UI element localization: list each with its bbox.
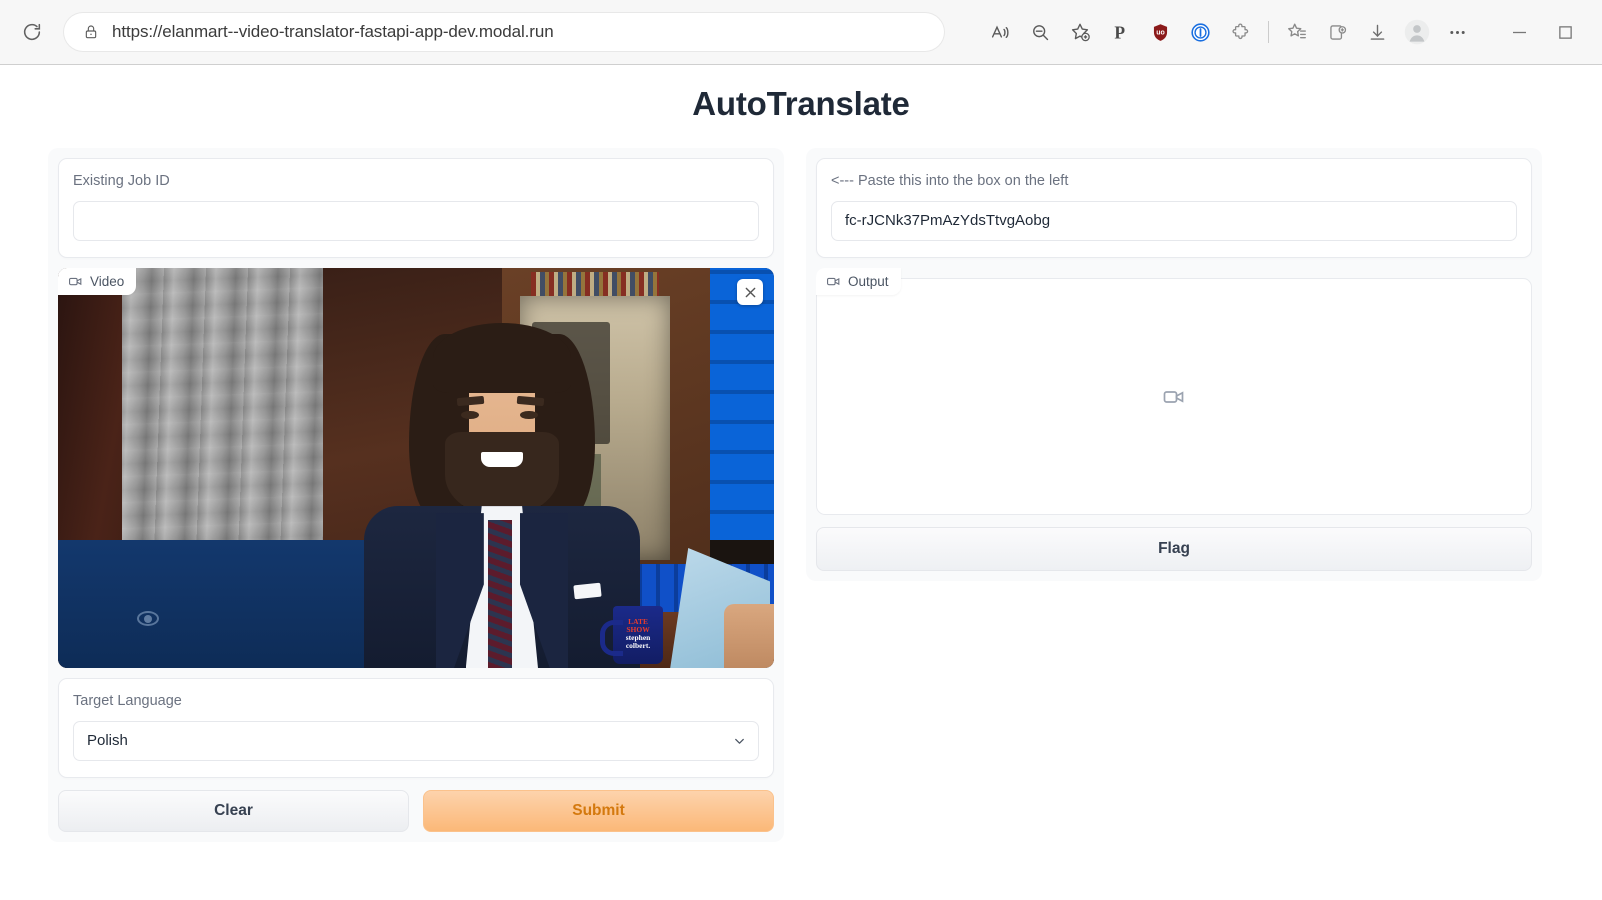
add-favorite-button[interactable]: [1061, 13, 1099, 51]
video-player[interactable]: Video LATE SHOW stephen colbert.: [58, 268, 774, 668]
video-close-button[interactable]: [737, 279, 763, 305]
target-language-select[interactable]: Polish: [73, 721, 759, 761]
video-camera-placeholder-icon: [1163, 390, 1184, 403]
paypal-extension-button[interactable]: P: [1101, 13, 1139, 51]
read-aloud-button[interactable]: [981, 13, 1019, 51]
read-aloud-icon: [991, 25, 1009, 38]
toolbar-divider: [1268, 21, 1269, 43]
target-language-card: Target Language Polish: [58, 678, 774, 778]
target-language-select-wrap: Polish: [73, 721, 759, 761]
maximize-icon: [1558, 25, 1572, 39]
favorites-button[interactable]: [1278, 13, 1316, 51]
video-scene: LATE SHOW stephen colbert.: [58, 268, 774, 668]
paypal-extension-icon: P: [1114, 22, 1125, 42]
favorites-list-icon: [1288, 23, 1306, 39]
reload-button[interactable]: [14, 14, 50, 50]
app-page: AutoTranslate Existing Job ID Video LATE…: [0, 65, 1602, 900]
flag-button[interactable]: Flag: [816, 527, 1532, 571]
job-id-output-input[interactable]: [831, 201, 1517, 241]
output-badge-label: Output: [848, 274, 889, 289]
video-frame[interactable]: LATE SHOW stephen colbert.: [58, 268, 774, 668]
onepassword-extension-button[interactable]: [1181, 13, 1219, 51]
svg-text:uo: uo: [1156, 29, 1165, 36]
window-controls: [1496, 12, 1588, 52]
close-icon: [745, 287, 755, 297]
downloads-button[interactable]: [1358, 13, 1396, 51]
add-favorite-icon: [1071, 23, 1090, 42]
zoom-out-button[interactable]: [1021, 13, 1059, 51]
target-language-label: Target Language: [73, 693, 182, 709]
interview-guest: [352, 316, 653, 668]
job-id-card: Existing Job ID: [58, 158, 774, 258]
address-bar[interactable]: https://elanmart--video-translator-fasta…: [64, 13, 944, 51]
video-badge: Video: [58, 268, 137, 295]
video-badge-label: Video: [90, 274, 125, 289]
ublock-origin-extension-icon: uo: [1153, 23, 1167, 41]
browser-toolbar: https://elanmart--video-translator-fasta…: [0, 0, 1602, 65]
cbs-eye-logo: [136, 611, 159, 626]
minimize-button[interactable]: [1496, 12, 1542, 52]
page-title: AutoTranslate: [692, 85, 910, 122]
job-id-label: Existing Job ID: [73, 173, 170, 189]
output-area[interactable]: [816, 278, 1532, 515]
ublock-origin-extension-button[interactable]: uo: [1141, 13, 1179, 51]
maximize-button[interactable]: [1542, 12, 1588, 52]
reload-icon: [23, 23, 41, 41]
svg-text:P: P: [1114, 22, 1125, 42]
main-columns: Existing Job ID Video LATE SHOW stephen …: [0, 148, 1602, 842]
right-column: <--- Paste this into the box on the left…: [806, 148, 1542, 581]
onepassword-extension-icon: [1190, 22, 1210, 42]
settings-button[interactable]: [1438, 13, 1476, 51]
profile-button[interactable]: [1398, 13, 1436, 51]
video-camera-icon: [69, 277, 82, 286]
browser-actions: P uo: [981, 12, 1588, 52]
paste-hint-card: <--- Paste this into the box on the left: [816, 158, 1532, 258]
left-column: Existing Job ID Video LATE SHOW stephen …: [48, 148, 784, 842]
extensions-puzzle-icon: [1231, 23, 1248, 39]
clear-button[interactable]: Clear: [58, 790, 409, 832]
zoom-out-icon: [1032, 24, 1048, 40]
submit-button[interactable]: Submit: [423, 790, 774, 832]
url-text: https://elanmart--video-translator-fasta…: [112, 22, 554, 41]
downloads-icon: [1370, 24, 1384, 40]
action-buttons: Clear Submit: [58, 790, 774, 832]
show-mug: LATE SHOW stephen colbert.: [600, 606, 664, 664]
paste-hint-label: <--- Paste this into the box on the left: [831, 173, 1069, 189]
lock-icon: [80, 21, 102, 43]
mug-line-4: colbert.: [625, 641, 651, 650]
profile-avatar-icon: [1404, 19, 1430, 45]
collections-button[interactable]: [1318, 13, 1356, 51]
settings-ellipsis-icon: [1449, 30, 1465, 34]
job-id-input[interactable]: [73, 201, 759, 241]
output-video-block: Output: [816, 268, 1532, 515]
collections-icon: [1329, 24, 1346, 40]
output-badge: Output: [816, 268, 901, 295]
video-camera-icon: [827, 277, 840, 286]
minimize-icon: [1512, 31, 1526, 33]
extensions-button[interactable]: [1221, 13, 1259, 51]
